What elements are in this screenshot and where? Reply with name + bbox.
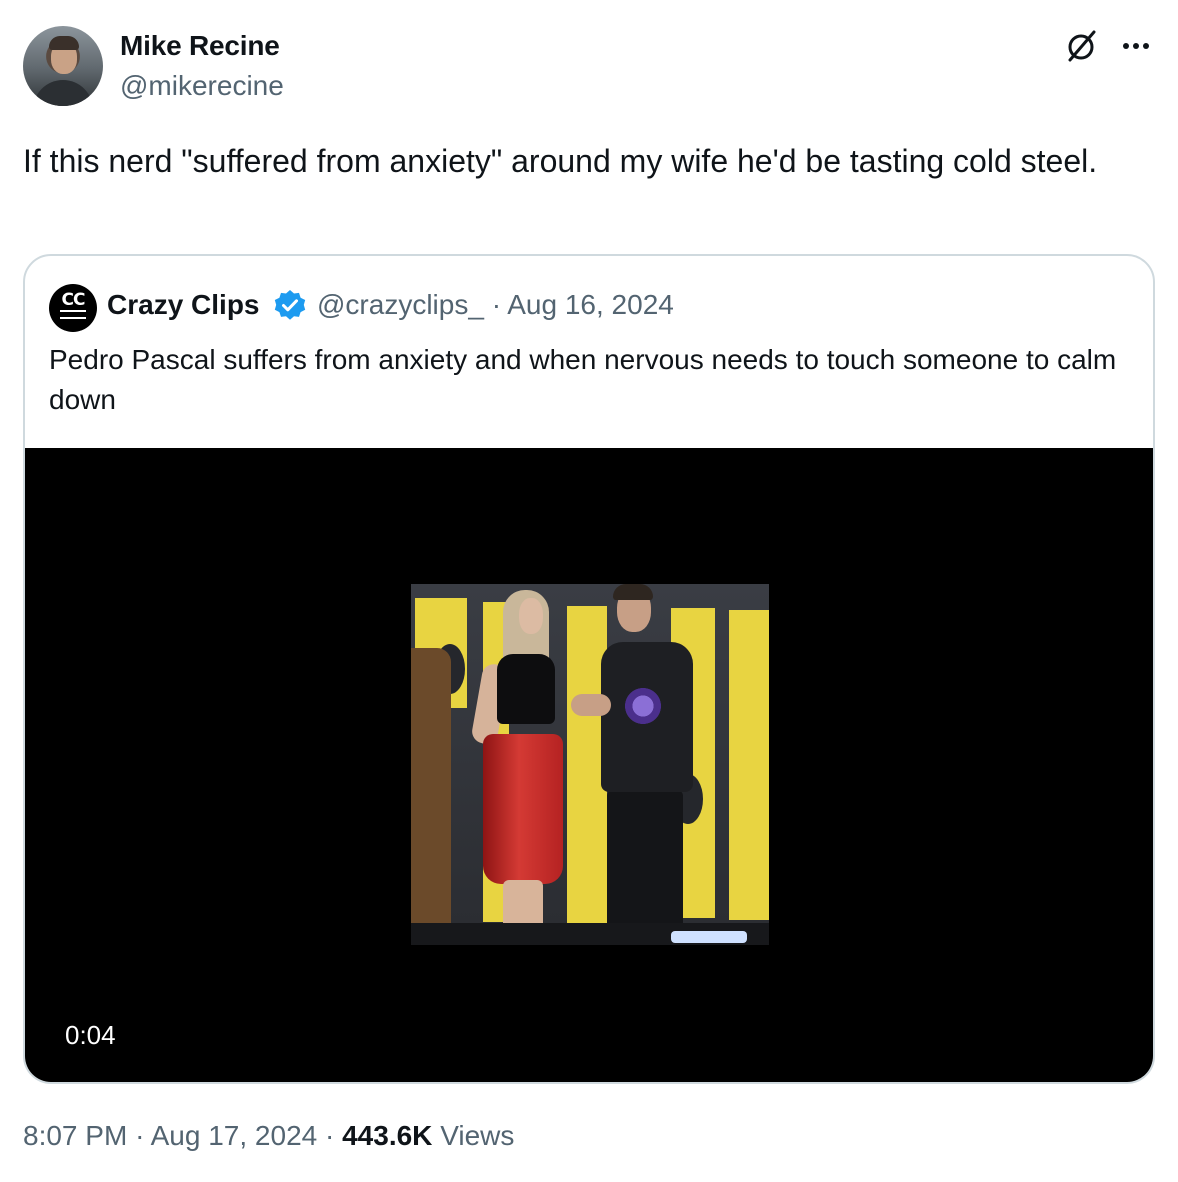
author-avatar[interactable] [23,26,103,106]
video-person-face [519,598,543,634]
video-player[interactable]: 0:04 [25,448,1153,1082]
video-stage-light [671,931,747,943]
backdrop-panel [729,610,769,920]
video-person-hair [613,584,653,600]
verified-badge-icon [274,290,306,320]
quoted-date[interactable]: Aug 16, 2024 [507,289,674,320]
video-shirt-graphic [623,684,663,728]
quoted-meta-separator: · [491,289,502,320]
author-handle[interactable]: @mikerecine [120,70,284,102]
tweet-text: If this nerd "suffered from anxiety" aro… [23,143,1098,179]
tweet-footer: 8:07 PM · Aug 17, 2024 · 443.6K Views [23,1120,514,1152]
views-count[interactable]: 443.6K [342,1120,432,1151]
video-person-skirt [483,734,563,884]
quoted-author-handle[interactable]: @crazyclips_ [317,289,484,320]
tweet-time[interactable]: 8:07 PM [23,1120,127,1151]
footer-separator: · [325,1120,335,1151]
quoted-author-avatar[interactable]: CC [49,284,97,332]
quoted-tweet-text: Pedro Pascal suffers from anxiety and wh… [49,344,1117,415]
video-frame [411,584,769,945]
quoted-avatar-text: CC [61,290,86,310]
quoted-tweet-card[interactable]: CC Crazy Clips @crazyclips_ · Aug 16, 20… [23,254,1155,1084]
tweet: Mike Recine @mikerecine If this nerd "su… [0,0,1178,1182]
quoted-author-display-name[interactable]: Crazy Clips [107,289,260,321]
avatar-shirt [33,80,93,106]
avatar-hair [49,36,79,50]
tweet-date[interactable]: Aug 17, 2024 [151,1120,318,1151]
video-person-left [411,648,451,945]
grok-icon[interactable] [1064,28,1100,64]
quoted-meta: @crazyclips_ · Aug 16, 2024 [317,289,674,321]
author-display-name[interactable]: Mike Recine [120,30,280,62]
more-icon[interactable] [1118,32,1154,60]
video-person-top [497,654,555,724]
video-duration: 0:04 [65,1020,116,1050]
quoted-avatar-lines [60,310,86,319]
video-person-legs [607,790,683,930]
footer-separator: · [135,1120,145,1151]
views-label[interactable]: Views [440,1120,514,1151]
video-person-arm [571,694,611,716]
